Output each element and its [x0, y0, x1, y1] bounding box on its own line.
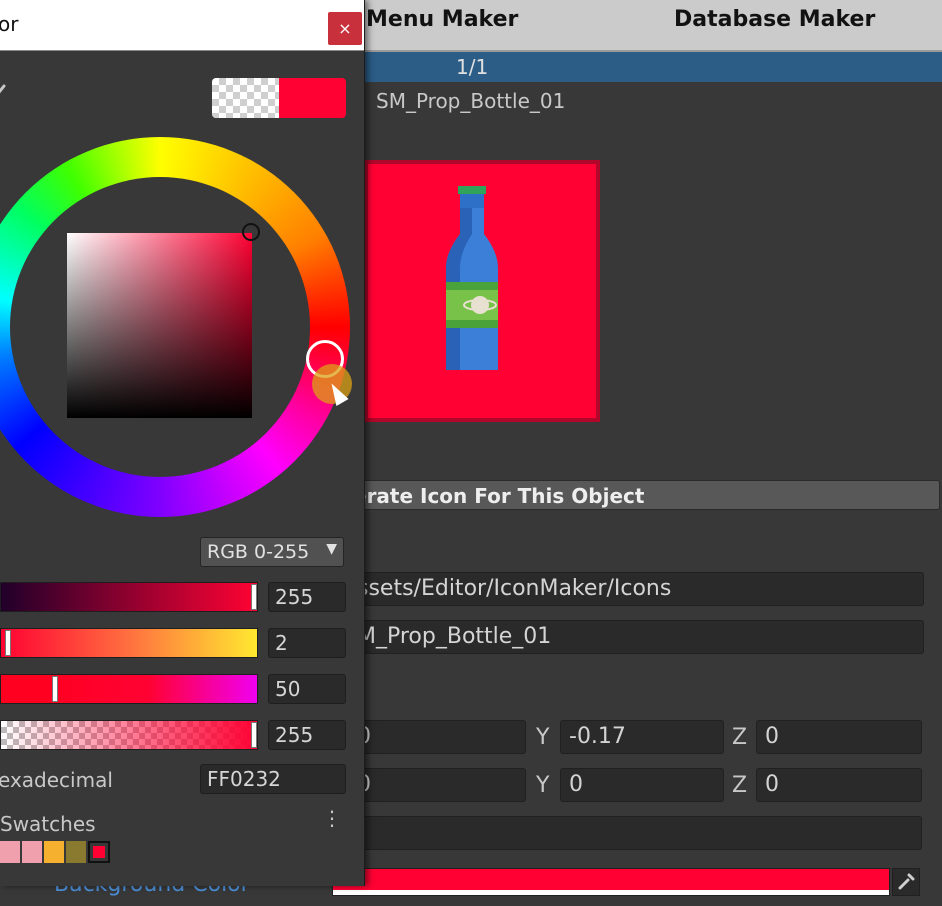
alpha-slider[interactable] — [0, 720, 258, 750]
generate-icon-button[interactable]: erate Icon For This Object — [340, 480, 940, 510]
alpha-preview — [212, 78, 279, 118]
red-value-field[interactable]: 255 — [268, 582, 346, 612]
kebab-menu-icon[interactable]: ⋮ — [322, 806, 342, 830]
position-y-label: Y — [536, 725, 550, 750]
page-indicator-bar: 1/1 — [364, 52, 942, 82]
scale-field[interactable] — [348, 816, 922, 850]
position-z-label: Z — [732, 725, 748, 750]
rotation-z-label: Z — [732, 773, 748, 798]
swatch-selected[interactable] — [88, 841, 110, 863]
icon-preview — [364, 160, 600, 422]
green-value-field[interactable]: 2 — [268, 628, 346, 658]
file-name-field[interactable]: M_Prop_Bottle_01 — [348, 620, 924, 654]
hex-label: exadecimal — [0, 768, 113, 792]
tab-menu-maker[interactable]: Menu Maker — [366, 0, 518, 40]
position-y-field[interactable]: -0.17 — [560, 720, 724, 754]
rotation-x-field[interactable]: 0 — [348, 768, 526, 802]
rotation-y-label: Y — [536, 773, 550, 798]
red-slider-knob[interactable] — [251, 584, 257, 610]
blue-slider-knob[interactable] — [51, 676, 58, 702]
color-picker-button[interactable] — [892, 868, 920, 896]
eyedropper-icon — [898, 873, 915, 890]
page-indicator: 1/1 — [456, 55, 489, 79]
chevron-down-icon: ▼ — [326, 541, 337, 557]
color-picker-titlebar[interactable]: or — [0, 0, 364, 51]
swatch-selected-color — [93, 846, 105, 858]
alpha-value-field[interactable]: 255 — [268, 720, 346, 750]
tab-database-maker[interactable]: Database Maker — [674, 0, 875, 40]
swatch[interactable] — [22, 841, 42, 863]
bottle-preview-image — [446, 186, 498, 370]
saturation-value-handle[interactable] — [242, 223, 260, 241]
blue-value-field[interactable]: 50 — [268, 674, 346, 704]
position-x-field[interactable]: 0 — [348, 720, 526, 754]
blue-slider[interactable] — [0, 674, 258, 704]
green-slider-knob[interactable] — [4, 630, 11, 656]
saturation-value-square[interactable] — [67, 233, 252, 418]
close-icon[interactable]: × — [328, 12, 362, 45]
swatch[interactable] — [66, 841, 86, 863]
position-z-field[interactable]: 0 — [756, 720, 922, 754]
rotation-z-field[interactable]: 0 — [756, 768, 922, 802]
color-mode-select[interactable]: RGB 0-255 ▼ — [200, 537, 344, 567]
hex-value-field[interactable]: FF0232 — [200, 764, 346, 794]
object-name-label: SM_Prop_Bottle_01 — [376, 89, 566, 113]
background-color-field[interactable] — [332, 868, 890, 896]
color-preview — [212, 78, 346, 118]
swatch[interactable] — [44, 841, 64, 863]
rotation-y-field[interactable]: 0 — [560, 768, 724, 802]
opaque-preview — [279, 78, 346, 118]
picker-eyedropper-icon[interactable] — [0, 80, 8, 103]
color-picker-window: or × RGB 0-255 ▼ 255 2 50 255 exadecimal… — [0, 0, 365, 886]
red-slider[interactable] — [0, 582, 258, 612]
swatch[interactable] — [0, 841, 20, 863]
green-slider[interactable] — [0, 628, 258, 658]
swatches-label: Swatches — [0, 812, 96, 836]
color-picker-title: or — [0, 12, 19, 36]
alpha-slider-knob[interactable] — [251, 722, 257, 748]
icon-path-field[interactable]: ssets/Editor/IconMaker/Icons — [348, 572, 924, 606]
